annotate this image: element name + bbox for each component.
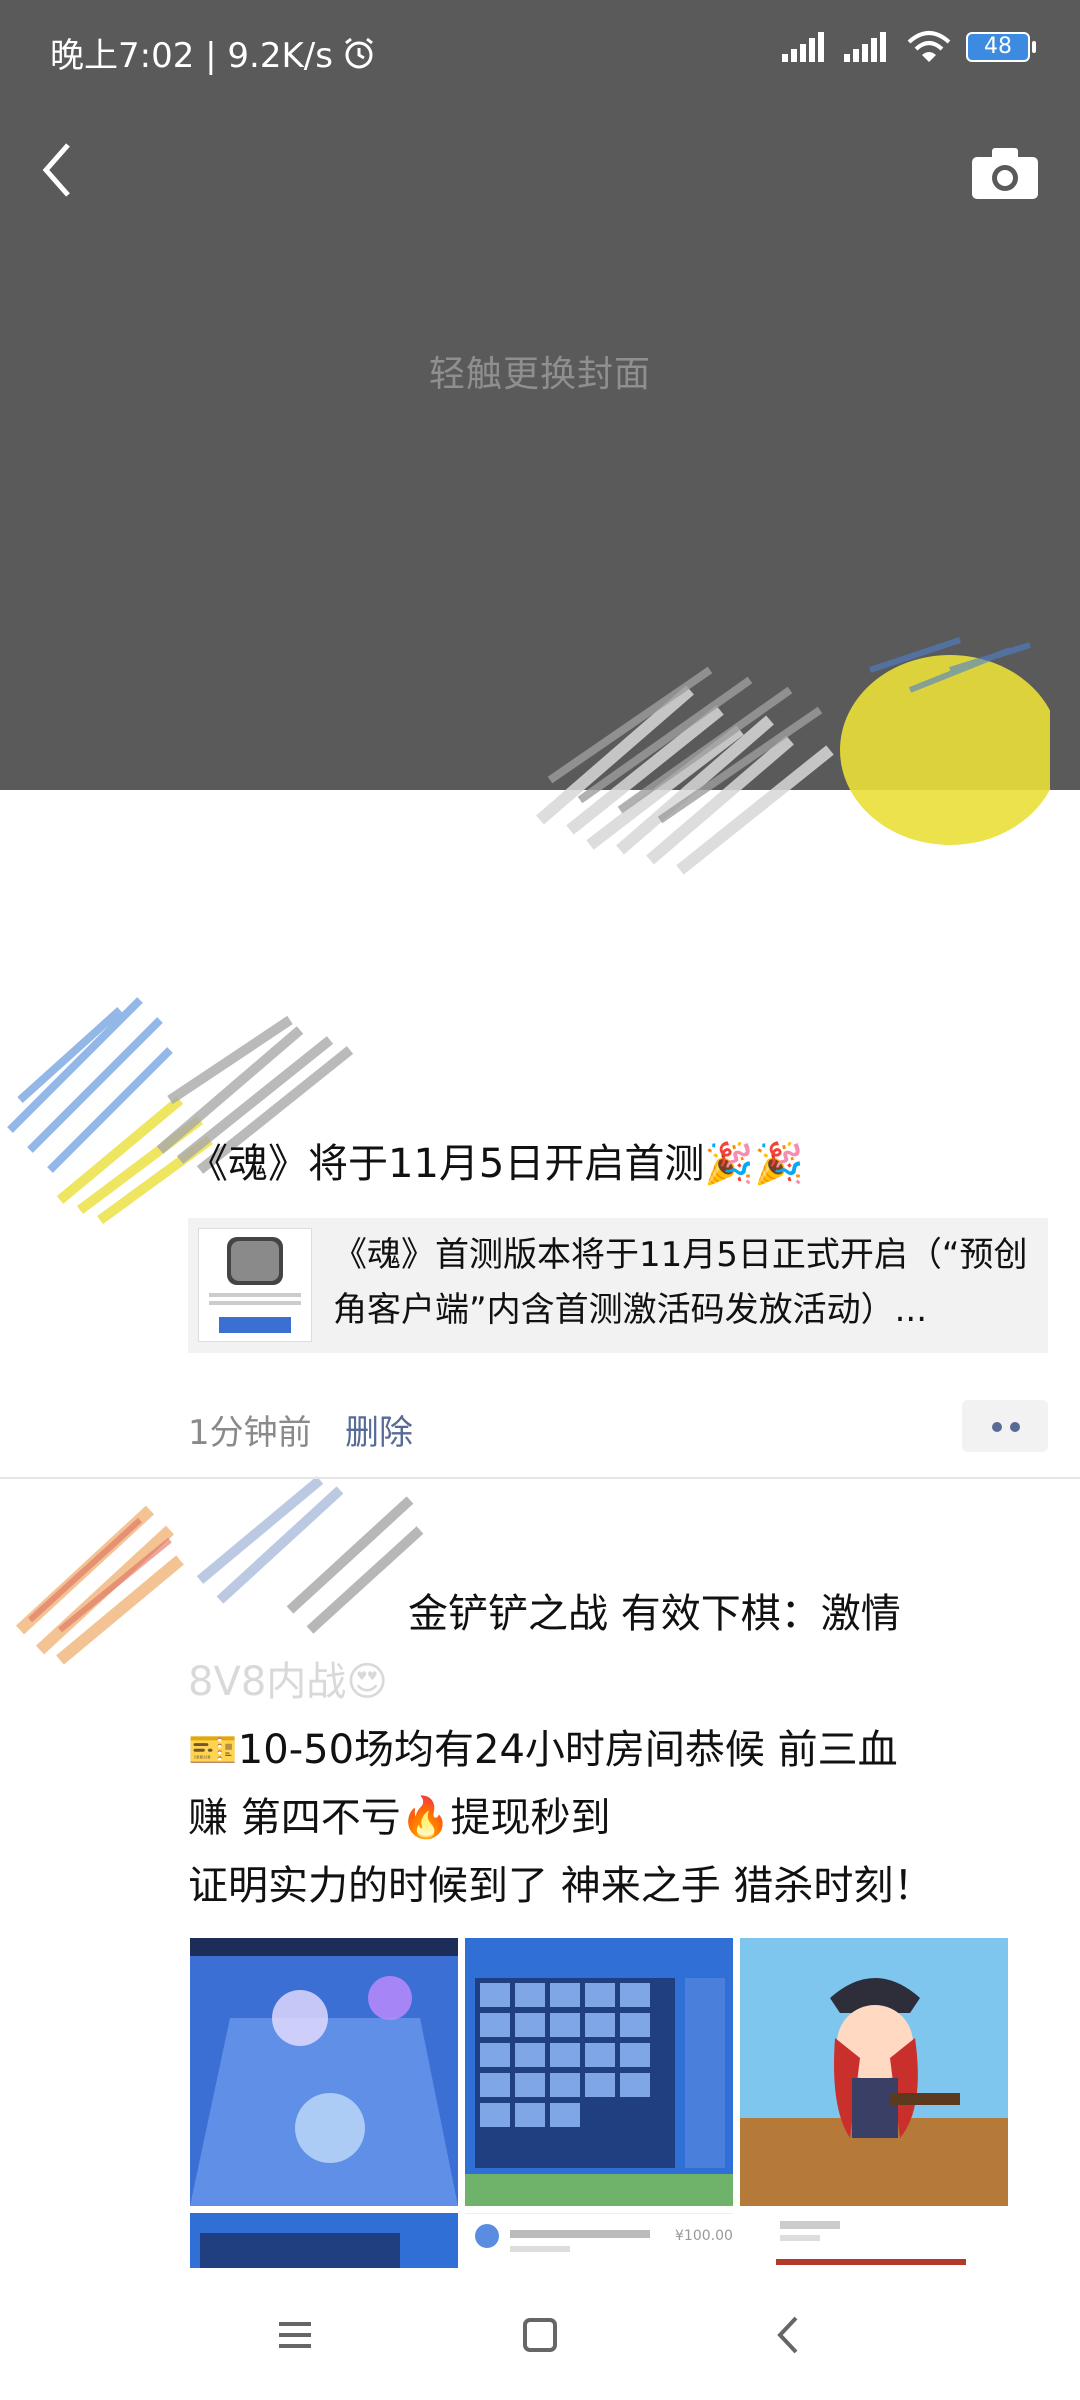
post-divider <box>0 1477 1080 1479</box>
status-time-speed: 晚上7:02 | 9.2K/s <box>50 36 333 76</box>
back-button[interactable] <box>30 135 90 205</box>
home-square-icon <box>523 2318 557 2352</box>
battery-indicator: 48 <box>966 32 1036 62</box>
post2-line2: 8V8内战😍 <box>188 1659 388 1705</box>
signal-icon-2 <box>844 32 886 62</box>
system-navigation-bar <box>0 2270 1080 2400</box>
delete-post-button[interactable]: 删除 <box>345 1405 413 1454</box>
post2-line5: 证明实力的时候到了 神来之手 猎杀时刻！ <box>188 1863 934 1909</box>
system-back-button[interactable] <box>760 2310 820 2360</box>
dot-icon <box>1010 1422 1020 1432</box>
post2-image-2[interactable] <box>465 1938 733 2206</box>
post2-line4: 赚 第四不亏🔥提现秒到 <box>188 1795 611 1841</box>
camera-icon <box>972 148 1038 199</box>
alarm-icon <box>345 37 373 68</box>
more-options-button[interactable] <box>962 1400 1048 1452</box>
post2-image-1[interactable] <box>190 1938 458 2206</box>
post2-image-6[interactable] <box>740 2213 1008 2268</box>
camera-button[interactable] <box>970 145 1040 200</box>
change-cover-hint[interactable]: 轻触更换封面 <box>0 345 1080 397</box>
post2-image-4[interactable] <box>190 2213 458 2268</box>
cover-area[interactable]: 晚上7:02 | 9.2K/s 48 轻触更换封面 <box>0 0 1080 790</box>
post2-image-5[interactable]: ¥100.00 <box>465 2213 733 2269</box>
menu-button[interactable] <box>265 2310 325 2360</box>
link-thumbnail <box>198 1228 312 1342</box>
post1-scribble-decoration <box>7 997 354 1225</box>
post2-image-3[interactable] <box>740 1938 1008 2206</box>
post2-line1: 金铲铲之战 有效下棋：激情 <box>408 1591 901 1637</box>
menu-icon <box>279 2322 311 2348</box>
home-button[interactable] <box>510 2310 570 2360</box>
card-amount: ¥100.00 <box>675 2228 733 2244</box>
post2-line3: 🎫10-50场均有24小时房间恭候 前三血 <box>188 1727 898 1773</box>
wifi-icon <box>907 31 951 62</box>
post1-timestamp: 1分钟前 <box>188 1413 312 1453</box>
post1-link-card[interactable]: 《魂》首测版本将于11月5日正式开启（“预创角客户端”内含首测激活码发放活动）.… <box>188 1218 1048 1353</box>
post1-text: 《魂》将于11月5日开启首测🎉🎉 <box>188 1141 804 1187</box>
back-arrow-icon <box>777 2316 798 2354</box>
chevron-left-icon <box>42 143 70 197</box>
dot-icon <box>992 1422 1002 1432</box>
status-bar: 晚上7:02 | 9.2K/s 48 <box>0 0 1080 100</box>
link-title: 《魂》首测版本将于11月5日正式开启（“预创角客户端”内含首测激活码发放活动）.… <box>333 1235 1028 1330</box>
signal-icon <box>782 32 824 62</box>
post2-text: 金铲铲之战 有效下棋：激情 8V8内战😍 🎫10-50场均有24小时房间恭候 前… <box>188 1580 1048 1920</box>
